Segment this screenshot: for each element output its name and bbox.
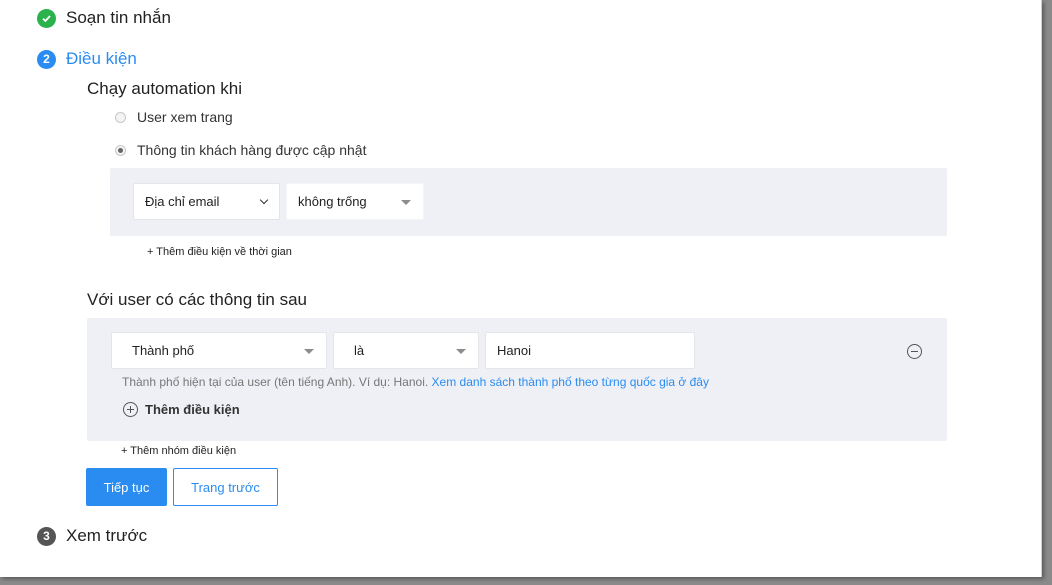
audience-field-select[interactable]: Thành phố <box>111 332 327 369</box>
radio-button[interactable] <box>115 111 126 123</box>
hint-text: Thành phố hiện tại của user (tên tiếng A… <box>122 375 429 389</box>
select-value: Thành phố <box>132 343 195 358</box>
step-compose-message[interactable]: Soạn tin nhắn <box>37 8 171 28</box>
step-title: Điều kiện <box>66 49 137 68</box>
audience-value-input[interactable]: Hanoi <box>485 332 695 369</box>
check-circle-icon <box>37 8 56 28</box>
step-conditions[interactable]: 2 Điều kiện <box>37 49 137 69</box>
radio-label: Thông tin khách hàng được cập nhật <box>137 142 367 158</box>
step-number-badge: 2 <box>37 49 56 69</box>
caret-down-icon <box>304 348 314 354</box>
audience-operator-select[interactable]: là <box>333 332 479 369</box>
city-list-link[interactable]: Xem danh sách thành phố theo từng quốc g… <box>432 375 709 389</box>
trigger-condition-panel: Địa chỉ email không trống <box>110 168 947 236</box>
add-condition-group-link[interactable]: + Thêm nhóm điều kiện <box>121 445 236 457</box>
trigger-section-title: Chạy automation khi <box>87 79 242 98</box>
trigger-operator-select[interactable]: không trống <box>286 183 424 220</box>
step-number-badge: 3 <box>37 526 56 546</box>
radio-user-views-page[interactable]: User xem trang <box>115 109 233 125</box>
audience-condition-panel: Thành phố là Hanoi Thành phố hiện tại củ… <box>87 318 947 441</box>
select-value: là <box>354 343 365 358</box>
trigger-field-select[interactable]: Địa chỉ email <box>133 183 280 220</box>
add-time-condition-link[interactable]: + Thêm điều kiện về thời gian <box>147 246 292 258</box>
add-condition-button[interactable]: Thêm điều kiện <box>123 402 240 417</box>
select-value: Địa chỉ email <box>145 194 220 209</box>
step-title: Soạn tin nhắn <box>66 8 171 27</box>
continue-button[interactable]: Tiếp tục <box>86 468 167 506</box>
chevron-down-icon <box>259 195 269 204</box>
radio-label: User xem trang <box>137 109 233 125</box>
select-value: không trống <box>298 194 367 209</box>
add-condition-label: Thêm điều kiện <box>145 402 240 417</box>
field-hint: Thành phố hiện tại của user (tên tiếng A… <box>122 375 709 389</box>
automation-page: Soạn tin nhắn 2 Điều kiện Chạy automatio… <box>0 0 1042 577</box>
caret-down-icon <box>401 199 411 205</box>
input-value: Hanoi <box>497 343 531 358</box>
radio-customer-info-updated[interactable]: Thông tin khách hàng được cập nhật <box>115 142 366 158</box>
audience-section-title: Với user có các thông tin sau <box>87 290 307 309</box>
radio-button[interactable] <box>115 144 126 156</box>
step-title: Xem trước <box>66 526 148 545</box>
plus-circle-icon <box>123 402 138 417</box>
step-preview[interactable]: 3 Xem trước <box>37 526 147 546</box>
previous-page-button[interactable]: Trang trước <box>173 468 278 506</box>
caret-down-icon <box>456 348 466 354</box>
remove-condition-icon[interactable] <box>907 344 922 359</box>
